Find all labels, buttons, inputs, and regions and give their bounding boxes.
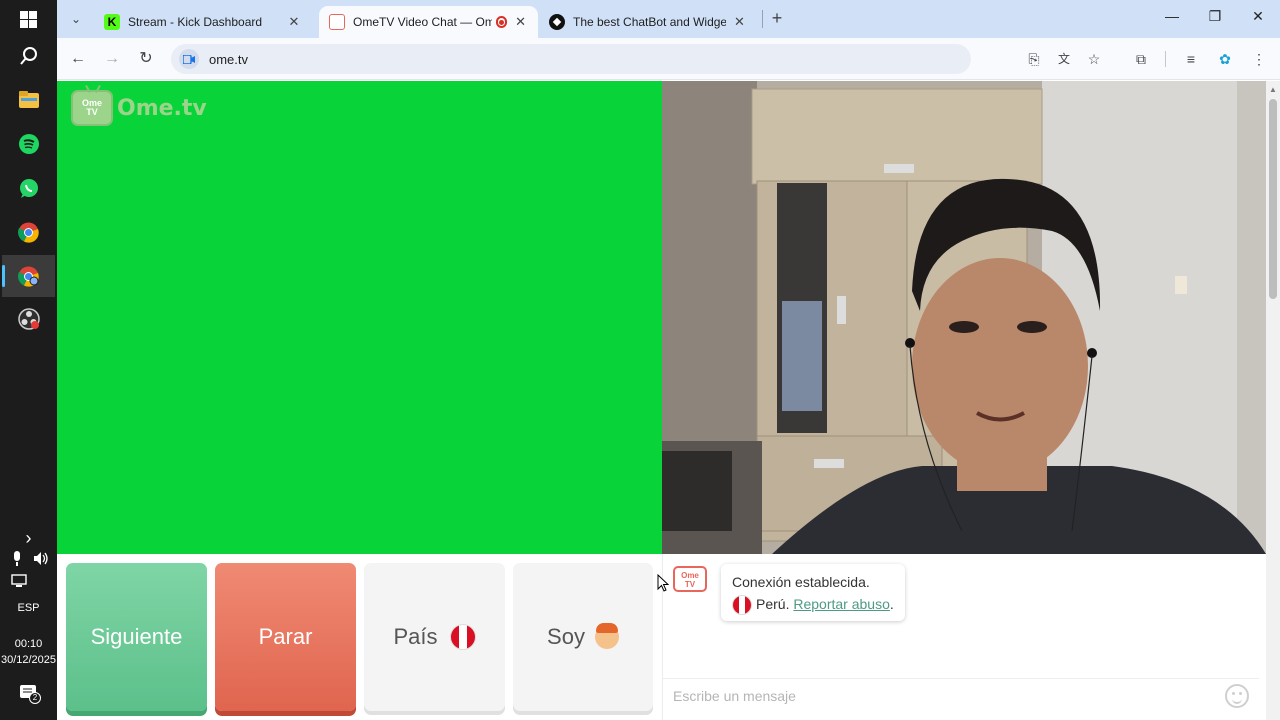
next-button[interactable]: Siguiente — [66, 563, 207, 711]
tab-chatbot-widgets[interactable]: The best ChatBot and Widgets ✕ — [539, 6, 757, 38]
obs-icon[interactable] — [8, 300, 49, 338]
gender-button[interactable]: Soy — [513, 563, 653, 711]
whatsapp-icon[interactable] — [8, 169, 49, 207]
microphone-icon[interactable] — [12, 551, 22, 571]
browser-toolbar: ← → ↻ ome.tv ⎘ 文 ☆ ⧉ ≡ ✿ ⋮ — [57, 38, 1280, 80]
tab-strip: ⌄ K Stream - Kick Dashboard ✕ OmeTV Vide… — [57, 0, 1280, 38]
country-button[interactable]: País — [364, 563, 505, 711]
tab-title: OmeTV Video Chat — Ome — [353, 15, 492, 29]
peru-flag-icon — [732, 595, 752, 616]
windows-taskbar: › ESP 00:10 30/12/2025 2 — [0, 0, 57, 720]
page-scrollbar[interactable]: ▲ — [1266, 81, 1280, 720]
gender-button-label: Soy — [547, 624, 585, 649]
menu-icon[interactable]: ⋮ — [1249, 49, 1269, 69]
logo-text: Ome.tv — [117, 95, 207, 121]
forward-button[interactable]: → — [101, 48, 123, 70]
ometv-icon — [329, 14, 345, 30]
search-icon[interactable] — [8, 37, 49, 75]
notification-count-badge: 2 — [29, 692, 41, 704]
tab-close-icon[interactable]: ✕ — [513, 14, 528, 30]
ometv-chat-icon: Ome TV — [673, 566, 707, 592]
system-message: Conexión establecida. Perú. Reportar abu… — [721, 564, 905, 622]
tab-title: The best ChatBot and Widgets — [573, 15, 727, 29]
self-camera-video — [662, 81, 1266, 554]
url-text: ome.tv — [209, 51, 249, 67]
boy-face-icon — [594, 623, 619, 649]
spotify-icon[interactable] — [8, 125, 49, 163]
toolbar-divider — [1165, 51, 1166, 67]
new-tab-button[interactable]: + — [766, 7, 788, 29]
emoji-icon[interactable] — [1225, 684, 1249, 708]
translate-icon[interactable]: 文 — [1054, 49, 1074, 69]
close-window-button[interactable]: ✕ — [1246, 8, 1270, 25]
notification-icon[interactable]: 2 — [20, 684, 41, 707]
connection-status-text: Conexión establecida. — [732, 574, 870, 590]
ometv-logo-icon: Ome TV — [71, 90, 113, 126]
stop-button-label: Parar — [258, 624, 313, 649]
tray-chevron-icon[interactable]: › — [0, 528, 57, 549]
tab-close-icon[interactable]: ✕ — [732, 14, 747, 30]
address-bar[interactable]: ome.tv — [171, 44, 971, 74]
peru-flag-icon — [449, 624, 476, 650]
report-suffix: . — [889, 596, 894, 612]
stop-button[interactable]: Parar — [215, 563, 356, 711]
restore-button[interactable]: ❐ — [1203, 8, 1227, 25]
windows-start-icon[interactable] — [8, 0, 49, 38]
kick-icon: K — [104, 14, 120, 30]
streamelements-icon — [549, 14, 565, 30]
profile-avatar-icon[interactable]: ✿ — [1215, 49, 1235, 69]
bookmark-star-icon[interactable]: ☆ — [1084, 49, 1104, 69]
next-button-label: Siguiente — [90, 624, 183, 649]
tab-kick-dashboard[interactable]: K Stream - Kick Dashboard ✕ — [94, 6, 312, 38]
media-control-icon[interactable]: ≡ — [1181, 49, 1201, 69]
chrome-icon[interactable] — [8, 213, 49, 251]
clock-date[interactable]: 30/12/2025 — [0, 654, 57, 666]
volume-icon[interactable] — [33, 551, 49, 571]
extensions-icon[interactable]: ⧉ — [1131, 49, 1151, 69]
stranger-video: Ome TV Ome.tv — [57, 81, 662, 554]
chat-panel: Ome TV Conexión establecida. Perú. Repor… — [662, 554, 1259, 720]
network-icon[interactable] — [11, 574, 27, 593]
camera-feed-image — [662, 81, 1266, 554]
tab-title: Stream - Kick Dashboard — [128, 15, 263, 29]
tab-divider — [762, 10, 763, 28]
camera-permission-icon[interactable] — [179, 49, 199, 69]
partner-location: Perú. Reportar abuso. — [732, 593, 894, 616]
message-input[interactable] — [673, 687, 1213, 704]
file-explorer-icon[interactable] — [8, 81, 49, 119]
mouse-cursor-icon — [657, 573, 670, 597]
tab-ometv[interactable]: OmeTV Video Chat — Ome ✕ — [319, 6, 538, 38]
tab-close-icon[interactable]: ✕ — [286, 14, 302, 30]
chrome-window: ⌄ K Stream - Kick Dashboard ✕ OmeTV Vide… — [57, 0, 1280, 720]
minimize-button[interactable]: — — [1160, 8, 1184, 24]
scroll-up-icon[interactable]: ▲ — [1269, 85, 1277, 94]
ometv-page: Ome TV Ome.tv ▲ Siguiente Parar País Soy… — [57, 81, 1280, 720]
ometv-logo[interactable]: Ome TV Ome.tv — [71, 90, 207, 126]
reload-button[interactable]: ↻ — [135, 48, 157, 70]
report-abuse-link[interactable]: Reportar abuso — [793, 596, 890, 612]
chrome-profile-icon[interactable] — [2, 255, 55, 297]
install-app-icon[interactable]: ⎘ — [1024, 49, 1044, 69]
recording-icon — [495, 16, 508, 28]
partner-country: Perú. — [756, 596, 790, 612]
scrollbar-thumb[interactable] — [1269, 99, 1277, 299]
tab-search-icon[interactable]: ⌄ — [65, 8, 87, 30]
clock-time[interactable]: 00:10 — [0, 638, 57, 650]
chat-input-bar — [663, 678, 1259, 712]
back-button[interactable]: ← — [67, 48, 89, 70]
country-button-label: País — [393, 624, 438, 649]
language-indicator[interactable]: ESP — [0, 602, 57, 614]
